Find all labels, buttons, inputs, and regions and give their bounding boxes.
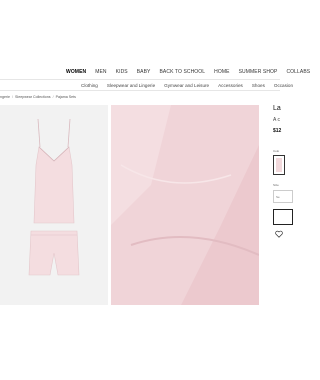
- subnav-shoes[interactable]: Shoes: [252, 83, 265, 88]
- nav-summer-shop[interactable]: SUMMER SHOP: [239, 69, 278, 75]
- product-info-panel: La A c $12 Colo Size Se: [270, 105, 293, 305]
- nav-baby[interactable]: BABY: [137, 69, 151, 75]
- pajama-set-illustration: [28, 118, 80, 276]
- nav-women[interactable]: WOMEN: [66, 69, 86, 75]
- nav-back-to-school[interactable]: BACK TO SCHOOL: [159, 69, 205, 75]
- product-title: La: [273, 105, 281, 112]
- nav-collabs[interactable]: COLLABS: [286, 69, 310, 75]
- size-label: Size: [273, 183, 279, 187]
- nav-home[interactable]: HOME: [214, 69, 229, 75]
- breadcrumb-item-pajama-sets: Pajama Sets: [55, 95, 76, 99]
- size-select[interactable]: Se: [273, 190, 293, 203]
- subnav-accessories[interactable]: Accessories: [218, 83, 243, 88]
- main-nav: WOMEN MEN KIDS BABY BACK TO SCHOOL HOME …: [0, 67, 310, 77]
- breadcrumb: ngerie / Sleepwear Collections / Pajama …: [0, 93, 76, 101]
- breadcrumb-separator: /: [52, 95, 54, 99]
- sub-nav: Clothing Sleepwear and Lingerie Gymwear …: [0, 79, 293, 91]
- heart-icon[interactable]: [275, 230, 283, 238]
- color-swatch[interactable]: [273, 155, 285, 175]
- breadcrumb-separator: /: [12, 95, 13, 99]
- subnav-occasion[interactable]: Occasion: [274, 83, 293, 88]
- breadcrumb-item-sleepwear-collections[interactable]: Sleepwear Collections: [15, 95, 51, 99]
- fabric-closeup: [111, 105, 259, 305]
- nav-men[interactable]: MEN: [95, 69, 106, 75]
- swatch-fill: [276, 158, 282, 172]
- product-subtitle: A c: [273, 117, 280, 123]
- color-label: Colo: [273, 149, 280, 153]
- subnav-clothing[interactable]: Clothing: [81, 83, 98, 88]
- product-image-fabric-detail[interactable]: [111, 105, 259, 305]
- nav-kids[interactable]: KIDS: [116, 69, 128, 75]
- subnav-sleepwear-and-lingerie[interactable]: Sleepwear and Lingerie: [107, 83, 155, 88]
- breadcrumb-item-lingerie[interactable]: ngerie: [0, 95, 10, 99]
- add-to-bag-button[interactable]: [273, 209, 293, 225]
- subnav-gymwear-and-leisure[interactable]: Gymwear and Leisure: [164, 83, 209, 88]
- product-image-flatlay[interactable]: [0, 105, 108, 305]
- product-price: $12: [273, 128, 282, 134]
